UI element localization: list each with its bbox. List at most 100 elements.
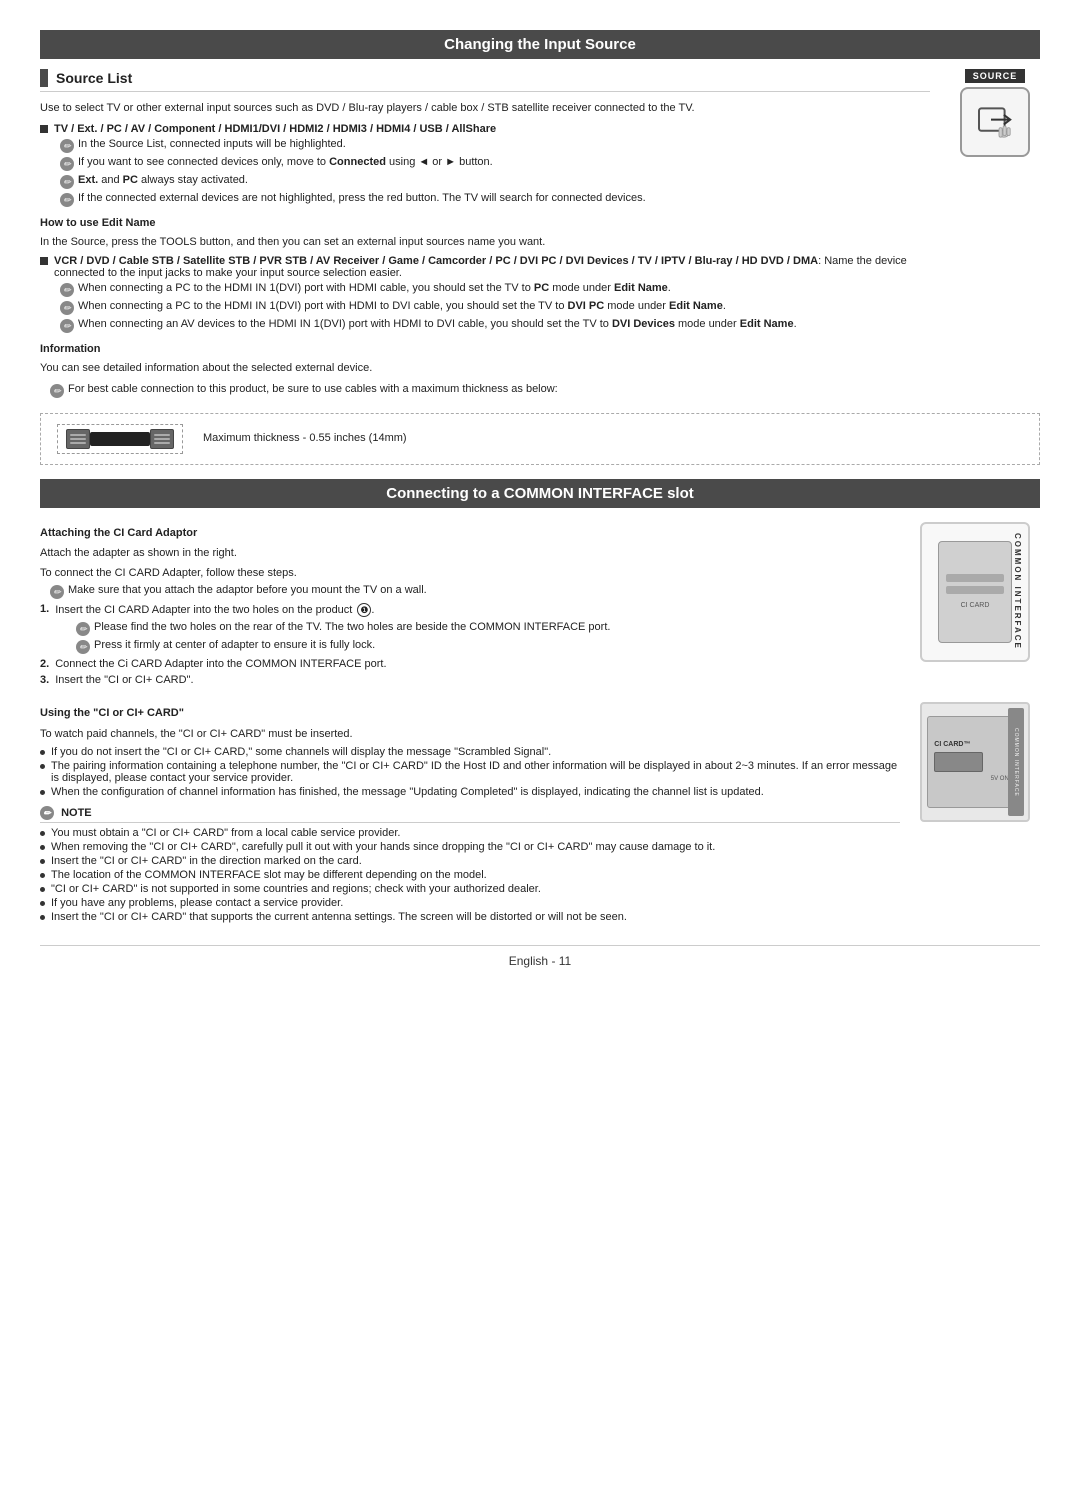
edit-note-2: ✏ When connecting a PC to the HDMI IN 1(… — [40, 300, 930, 315]
using-section: Using the "CI or CI+ CARD" To watch paid… — [40, 702, 1040, 925]
cable-connector-right — [150, 429, 174, 449]
pencil-icon-10: ✏ — [76, 622, 90, 636]
edit-note-text-1: When connecting a PC to the HDMI IN 1(DV… — [78, 282, 671, 294]
step3-text: Insert the "CI or CI+ CARD". — [55, 674, 193, 686]
information-title: Information — [40, 341, 930, 358]
source-button-area: SOURCE — [950, 69, 1040, 401]
inputs-bold-label: TV / Ext. / PC / AV / Component / HDMI1/… — [54, 123, 496, 135]
step1-subnote-text2: Press it firmly at center of adapter to … — [94, 639, 375, 651]
section2-header: Connecting to a COMMON INTERFACE slot — [40, 479, 1040, 508]
how-to-title: How to use Edit Name — [40, 215, 930, 232]
pin-3 — [70, 442, 86, 444]
using-title: Using the "CI or CI+ CARD" — [40, 705, 900, 722]
using-bullet-1: If you do not insert the "CI or CI+ CARD… — [40, 746, 900, 758]
note-dot-7 — [40, 915, 45, 920]
source-button-visual — [960, 87, 1030, 157]
note-text-2: If you want to see connected devices onl… — [78, 156, 493, 168]
note-text-4: If the connected external devices are no… — [78, 192, 646, 204]
edit-note-text-2: When connecting a PC to the HDMI IN 1(DV… — [78, 300, 726, 312]
note-line-2: ✏ If you want to see connected devices o… — [40, 156, 930, 171]
source-list-description: Use to select TV or other external input… — [40, 100, 930, 117]
page-footer: English - 11 — [40, 945, 1040, 968]
section1-header: Changing the Input Source — [40, 30, 1040, 59]
vcr-text: VCR / DVD / Cable STB / Satellite STB / … — [54, 255, 930, 279]
note-bullet-7: Insert the "CI or CI+ CARD" that support… — [40, 911, 900, 923]
note-bullet-4: The location of the COMMON INTERFACE slo… — [40, 869, 900, 881]
cable-illustration — [66, 429, 174, 449]
edit-note-1: ✏ When connecting a PC to the HDMI IN 1(… — [40, 282, 930, 297]
bullet-dot-1 — [40, 750, 45, 755]
pencil-icon-note: ✏ — [40, 806, 54, 820]
pencil-icon-1: ✏ — [60, 139, 74, 153]
cable-thickness-box: Maximum thickness - 0.55 inches (14mm) — [40, 413, 1040, 465]
note-bullet-5: "CI or CI+ CARD" is not supported in som… — [40, 883, 900, 895]
note-dot-2 — [40, 845, 45, 850]
note-text-n3: Insert the "CI or CI+ CARD" in the direc… — [51, 855, 362, 867]
pin-1 — [70, 434, 86, 436]
attaching-title: Attaching the CI Card Adaptor — [40, 525, 900, 542]
using-bullet-text-3: When the configuration of channel inform… — [51, 786, 764, 798]
ci-card-visual-top: COMMON INTERFACE CI CARD — [920, 522, 1030, 662]
step1-num: 1. — [40, 603, 49, 615]
using-bullet-3: When the configuration of channel inform… — [40, 786, 900, 798]
cable-note-line: ✏ For best cable connection to this prod… — [40, 383, 930, 398]
ci-card-image-top: COMMON INTERFACE CI CARD — [920, 522, 1040, 691]
note-dot-1 — [40, 831, 45, 836]
pencil-icon-5: ✏ — [60, 283, 74, 297]
pencil-icon-6: ✏ — [60, 301, 74, 315]
note-text-n6: If you have any problems, please contact… — [51, 897, 343, 909]
attach-desc2: To connect the CI CARD Adapter, follow t… — [40, 565, 900, 582]
pin-2 — [70, 438, 86, 440]
note-section: ✏ NOTE You must obtain a "CI or CI+ CARD… — [40, 806, 900, 923]
common-interface-label: COMMON INTERFACE — [1013, 533, 1022, 650]
ci-port-visual: COMMON INTERFACE — [1008, 708, 1024, 816]
bullet-dot-3 — [40, 790, 45, 795]
pencil-icon-11: ✏ — [76, 640, 90, 654]
source-icon — [975, 102, 1015, 142]
note-dot-4 — [40, 873, 45, 878]
note-bullet-6: If you have any problems, please contact… — [40, 897, 900, 909]
step1-text: Insert the CI CARD Adapter into the two … — [55, 603, 374, 617]
attach-desc1: Attach the adapter as shown in the right… — [40, 545, 900, 562]
pencil-icon-2: ✏ — [60, 157, 74, 171]
note-text-1: In the Source List, connected inputs wil… — [78, 138, 346, 150]
how-to-desc: In the Source, press the TOOLS button, a… — [40, 234, 930, 251]
note-line-4: ✏ If the connected external devices are … — [40, 192, 930, 207]
bullet-dot-2 — [40, 764, 45, 769]
note-bullet-1: You must obtain a "CI or CI+ CARD" from … — [40, 827, 900, 839]
cable-body — [90, 432, 150, 446]
step1-subnote-text1: Please find the two holes on the rear of… — [94, 621, 610, 633]
ci-card-label: CI CARD™ — [934, 741, 970, 748]
using-bullet-2: The pairing information containing a tel… — [40, 760, 900, 784]
attach-note1: ✏ Make sure that you attach the adaptor … — [40, 584, 900, 599]
note-text-n4: The location of the COMMON INTERFACE slo… — [51, 869, 487, 881]
ci-slot-bottom — [946, 586, 1004, 594]
pencil-icon-8: ✏ — [50, 384, 64, 398]
using-bullet-text-2: The pairing information containing a tel… — [51, 760, 900, 784]
ci-adapter-text: CI CARD — [961, 602, 990, 609]
note-text-n7: Insert the "CI or CI+ CARD" that support… — [51, 911, 627, 923]
pencil-icon-9: ✏ — [50, 585, 64, 599]
pencil-icon-7: ✏ — [60, 319, 74, 333]
ci-chip — [934, 752, 983, 772]
edit-note-3: ✏ When connecting an AV devices to the H… — [40, 318, 930, 333]
using-desc: To watch paid channels, the "CI or CI+ C… — [40, 726, 900, 743]
note-bullet-3: Insert the "CI or CI+ CARD" in the direc… — [40, 855, 900, 867]
note-line-3: ✏ Ext. and PC always stay activated. — [40, 174, 930, 189]
circle-1: ❶ — [357, 603, 371, 617]
information-desc: You can see detailed information about t… — [40, 360, 930, 377]
using-bullet-text-1: If you do not insert the "CI or CI+ CARD… — [51, 746, 551, 758]
step-2-item: 2. Connect the Ci CARD Adapter into the … — [40, 658, 900, 670]
note-text-3: Ext. and PC always stay activated. — [78, 174, 248, 186]
ci-port-label: COMMON INTERFACE — [1013, 728, 1019, 797]
vcr-item: VCR / DVD / Cable STB / Satellite STB / … — [40, 255, 930, 279]
bullet-icon — [40, 125, 48, 133]
note-line-1: ✏ In the Source List, connected inputs w… — [40, 138, 930, 153]
inputs-list-item: TV / Ext. / PC / AV / Component / HDMI1/… — [40, 123, 930, 135]
ci-card2-visual: CI CARD™ 5V ONLY COMMON INTERFACE — [920, 702, 1030, 822]
page-number: English - 11 — [509, 954, 571, 968]
bullet-icon-2 — [40, 257, 48, 265]
attach-note-text1: Make sure that you attach the adaptor be… — [68, 584, 427, 596]
note-dot-6 — [40, 901, 45, 906]
step2-text: Connect the Ci CARD Adapter into the COM… — [55, 658, 386, 670]
